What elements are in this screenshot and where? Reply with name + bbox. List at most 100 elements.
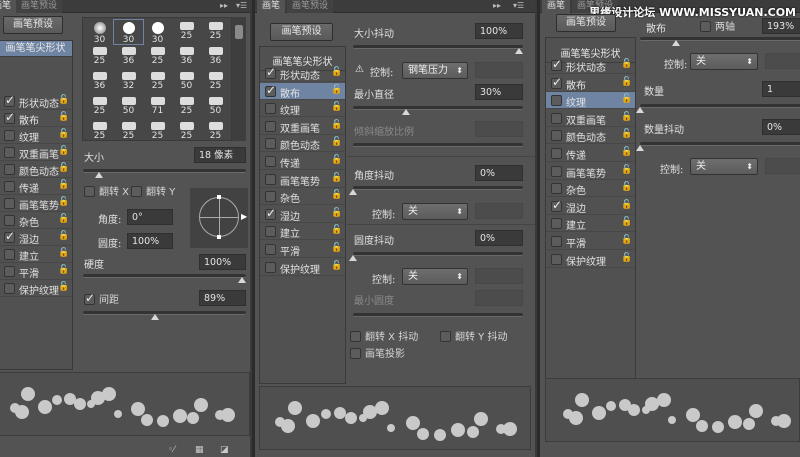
settings-item[interactable]: 纹理 🔓 [0,127,72,144]
lock-icon[interactable]: 🔓 [621,165,632,175]
count-slider[interactable] [636,104,800,113]
lock-icon[interactable]: 🔓 [331,190,342,200]
checkbox[interactable] [440,331,451,342]
checkbox[interactable] [4,147,15,158]
settings-item[interactable]: 颜色动态 🔓 [0,161,72,178]
checkbox[interactable] [265,120,276,132]
flip-y-checkbox[interactable]: 翻转 Y [131,183,175,198]
checkbox[interactable] [700,21,711,32]
lock-icon[interactable]: 🔓 [331,225,342,235]
brush-presets-button[interactable]: 画笔预设 [3,16,63,34]
slider-thumb[interactable] [349,255,357,261]
brush-tip-cell[interactable]: 30 [143,20,172,45]
brush-tip-cell[interactable]: 50 [172,70,201,94]
angle-roundness-widget[interactable]: ▶ [190,188,248,248]
checkbox[interactable] [265,103,276,115]
lock-icon[interactable]: 🔓 [58,265,69,275]
checkbox[interactable] [4,229,15,243]
checkbox[interactable] [265,65,276,79]
settings-item[interactable]: 形状动态🔓 [260,65,345,82]
collapse-icon[interactable]: ▸▸ [493,1,501,10]
settings-item[interactable]: 平滑 🔓 [0,263,72,280]
lock-icon[interactable]: 🔓 [621,112,632,122]
settings-item[interactable]: 散布 🔓 [546,75,635,92]
checkbox[interactable] [551,236,562,247]
checkbox[interactable] [4,283,15,294]
checkbox[interactable] [551,57,562,71]
checkbox[interactable] [4,215,15,226]
lock-icon[interactable]: 🔓 [331,261,342,271]
settings-item[interactable]: 颜色动态 🔓 [260,135,345,153]
scatter-slider[interactable] [640,37,800,46]
slider-thumb[interactable] [349,189,357,195]
lock-icon[interactable]: 🔓 [58,197,69,207]
checkbox[interactable] [265,261,276,273]
checkbox[interactable] [84,291,95,305]
lock-icon[interactable]: 🔓 [621,217,632,227]
brush-projection-checkbox[interactable]: 画笔投影 [350,345,405,360]
slider-thumb[interactable] [401,109,410,115]
checkbox[interactable] [551,148,562,159]
settings-item[interactable]: 画笔笔势 🔓 [546,163,635,180]
lock-icon[interactable]: 🔓 [621,182,632,192]
brush-tip-cell[interactable]: 25 [172,120,201,144]
settings-item[interactable]: 散布 🔓 [260,82,345,100]
brush-presets-button[interactable]: 画笔预设 [270,23,333,41]
slider-thumb[interactable] [672,40,680,46]
settings-item[interactable]: 杂色 🔓 [0,212,72,229]
roundness-handle[interactable] [217,235,221,239]
brush-tip-cell[interactable]: 25 [201,120,230,144]
checkbox[interactable] [265,226,276,238]
checkbox[interactable] [4,93,15,107]
size-jitter-input[interactable]: 100% [475,23,523,39]
lock-icon[interactable]: 🔓 [58,95,69,105]
size-slider[interactable] [83,169,246,178]
lock-icon[interactable]: 🔓 [621,59,632,69]
checkbox[interactable] [131,186,142,197]
checkbox[interactable] [265,173,276,185]
panel-menu-icon[interactable]: ▾☰ [236,1,247,10]
lock-icon[interactable]: 🔓 [58,163,69,173]
brush-tip-cell[interactable]: 25 [85,45,114,69]
lock-icon[interactable]: 🔓 [331,67,342,77]
brush-tip-cell[interactable]: 30 [85,20,114,45]
lock-icon[interactable]: 🔓 [331,120,342,130]
checkbox[interactable] [350,348,361,359]
checkbox[interactable] [4,266,15,277]
tab-brush[interactable]: 画笔 [0,0,17,13]
settings-item[interactable]: 湿边 🔓 [546,198,635,215]
lock-icon[interactable]: 🔓 [331,85,342,95]
checkbox[interactable] [551,198,562,212]
brush-tip-cell[interactable]: 50 [201,95,230,119]
brush-tip-cell[interactable]: 25 [201,70,230,94]
settings-item[interactable]: 纹理 🔓 [546,92,635,110]
settings-item[interactable]: 形状动态🔓 [0,93,72,110]
checkbox[interactable] [551,112,562,124]
lock-icon[interactable]: 🔓 [58,112,69,122]
settings-item[interactable]: 湿边 🔓 [260,206,345,223]
checkbox[interactable] [265,83,276,97]
settings-item[interactable]: 画笔笔势 🔓 [260,171,345,188]
slider-thumb[interactable] [636,145,644,151]
lock-icon[interactable]: 🔓 [621,94,632,104]
count-jitter-slider[interactable] [636,142,800,151]
lock-icon[interactable]: 🔓 [331,173,342,183]
settings-item[interactable]: 平滑 🔓 [260,241,345,258]
brush-tip-cell[interactable]: 25 [143,120,172,144]
checkbox[interactable] [4,130,15,141]
roundness-control-select[interactable]: 关 ⬍ [402,268,468,285]
lock-icon[interactable]: 🔓 [58,180,69,190]
lock-icon[interactable]: 🔓 [331,243,342,253]
settings-item[interactable]: 纹理 🔓 [260,100,345,118]
settings-item[interactable]: 建立 🔓 [0,246,72,263]
brush-presets-button[interactable]: 画笔预设 [556,14,616,32]
checkbox[interactable] [84,186,95,197]
settings-item[interactable]: 双重画笔 🔓 [546,110,635,127]
settings-item[interactable]: 双重画笔 🔓 [0,144,72,161]
lock-icon[interactable]: 🔓 [331,155,342,165]
count-input[interactable]: 1 [762,81,800,97]
lock-icon[interactable]: 🔓 [331,137,342,147]
collapse-icon[interactable]: ▸▸ [220,1,228,10]
lock-icon[interactable]: 🔓 [621,129,632,139]
roundness-jitter-slider[interactable] [349,252,523,261]
